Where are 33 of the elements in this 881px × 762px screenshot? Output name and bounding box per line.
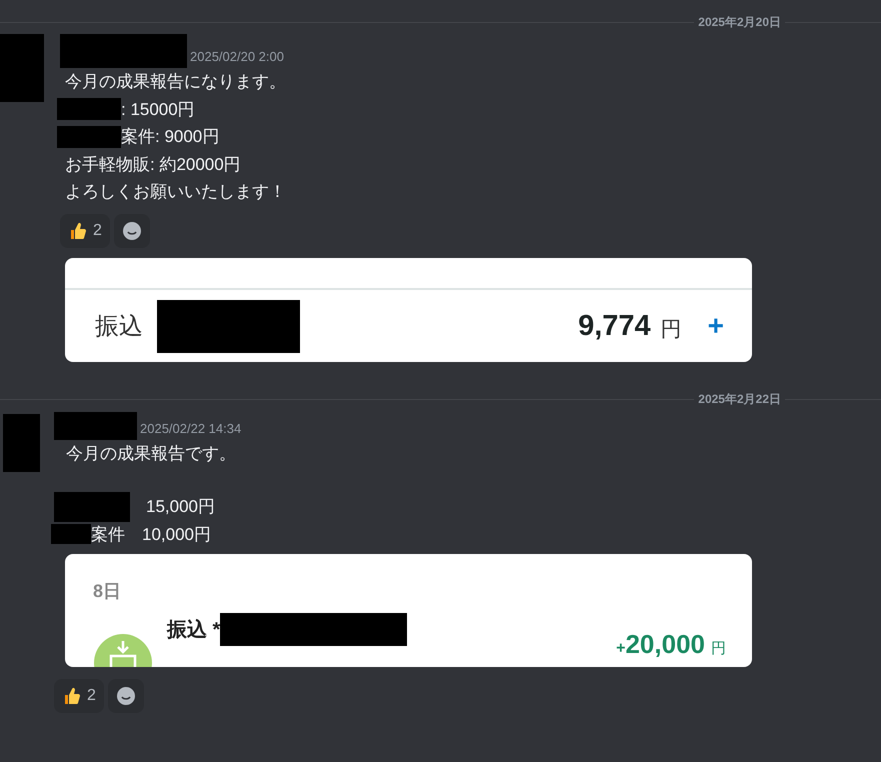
- add-reaction-button[interactable]: [114, 214, 150, 248]
- message-text: : 15000円: [121, 98, 195, 121]
- reaction-button[interactable]: 2: [54, 679, 104, 713]
- message-text: 案件: 9000円: [121, 126, 220, 148]
- redaction-bar: [57, 126, 121, 148]
- amount: +20,000: [616, 629, 705, 660]
- add-reaction-button[interactable]: [108, 679, 144, 713]
- smiley-icon: [122, 220, 142, 240]
- redacted-avatar: [0, 34, 44, 102]
- message-text: 今月の成果報告になります。: [65, 71, 286, 94]
- amount: 9,774: [578, 310, 651, 342]
- date-divider-label: 2025年2月22日: [697, 391, 782, 408]
- thumbs-up-icon: [62, 686, 82, 706]
- redacted-avatar: [3, 414, 40, 472]
- message-text: 15,000円: [146, 496, 215, 518]
- date-divider-label: 2025年2月20日: [697, 14, 782, 30]
- timestamp: 2025/02/20 2:00: [190, 49, 284, 64]
- transaction-title: 振込 *: [167, 618, 220, 643]
- transaction-title: 振込: [95, 312, 143, 342]
- smiley-icon: [116, 686, 136, 706]
- currency-unit: 円: [711, 639, 726, 658]
- expand-toggle[interactable]: +: [708, 310, 724, 342]
- timestamp: 2025/02/22 14:34: [140, 420, 242, 436]
- day-label: 8日: [92, 580, 122, 603]
- message-text: お手軽物販: 約20000円: [65, 154, 241, 176]
- thumbs-up-icon: [68, 220, 88, 240]
- redaction-bar: [51, 524, 91, 544]
- currency-unit: 円: [660, 317, 682, 343]
- message-text: 案件 10,000円: [91, 524, 211, 546]
- redaction-bar: [57, 98, 121, 120]
- message-text: 今月の成果報告です。: [66, 442, 236, 465]
- reaction-button[interactable]: 2: [60, 214, 110, 248]
- message-text: よろしくお願いいたします！: [65, 181, 286, 204]
